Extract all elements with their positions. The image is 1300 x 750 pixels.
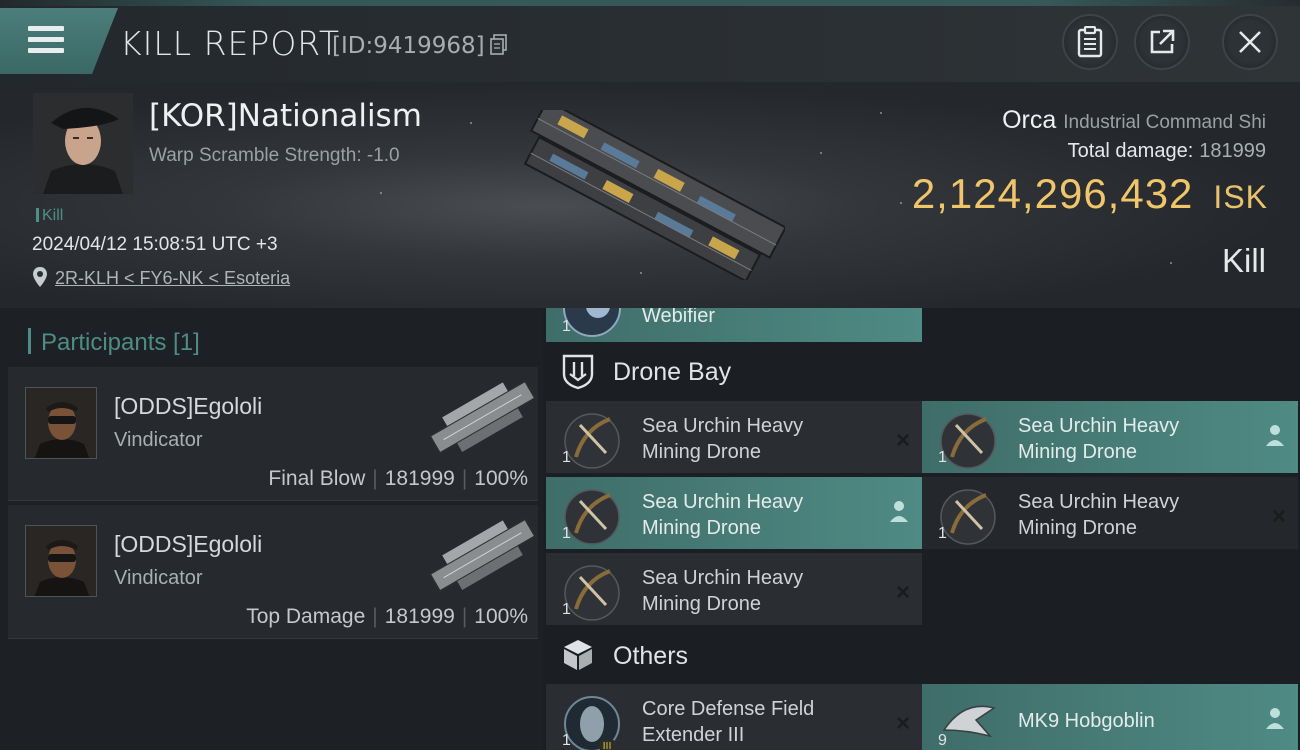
warp-scramble-strength: Warp Scramble Strength: -1.0 (149, 145, 400, 166)
total-damage-label: Total damage: (1067, 140, 1194, 162)
section-title: Others (613, 642, 689, 670)
kill-datetime: 2024/04/12 15:08:51 UTC +3 (32, 234, 278, 255)
participant-ship: Vindicator (114, 429, 203, 451)
page-title: KILL REPORT (120, 24, 340, 63)
item-name: Core Defense Field Extender III (642, 698, 815, 746)
participant-name[interactable]: [ODDS]Egololi (114, 531, 262, 558)
item-name: Sea Urchin Heavy Mining Drone (642, 415, 804, 463)
item-name: Sea Urchin Heavy Mining Drone (1018, 415, 1180, 463)
destroyed-icon: × (895, 579, 910, 606)
item-quantity: 1 (562, 525, 571, 542)
drone-bay-icon (562, 354, 594, 390)
participant-percent: 100% (474, 605, 528, 628)
item-quantity: 1 (938, 449, 947, 466)
item-drone[interactable]: 1 Sea Urchin Heavy Mining Drone (922, 401, 1298, 473)
dropped-person-icon (1266, 708, 1284, 729)
kill-result-label: Kill (1221, 242, 1266, 279)
kill-id: [ID:9419968] (332, 33, 485, 59)
destroyed-icon: × (1271, 503, 1286, 530)
destroyed-icon: × (895, 427, 910, 454)
items-panel[interactable]: 1 Webifier Drone Bay 1 Sea Urchin Heavy M… (543, 308, 1300, 750)
vindicator-ship-image (428, 517, 537, 593)
participant-damage: 181999 (384, 467, 455, 490)
participants-panel: Participants [1] [ODDS]Egololi Vindicato… (0, 308, 543, 750)
participant-damage: 181999 (384, 605, 455, 628)
dropped-person-icon (1266, 425, 1284, 446)
location-pin-icon (33, 267, 47, 287)
participant-card[interactable]: [ODDS]Egololi Vindicator Top Damage | 1819… (8, 505, 538, 639)
isk-value: 2,124,296,432 ISK (912, 170, 1268, 218)
participant-role: Top Damage (246, 605, 366, 628)
destroyed-icon: × (895, 710, 910, 737)
item-name: Sea Urchin Heavy Mining Drone (1018, 491, 1180, 539)
clipboard-icon (1077, 26, 1103, 58)
participant-name[interactable]: [ODDS]Egololi (114, 393, 262, 420)
victim-ship[interactable]: Orca Industrial Command Shi (1002, 106, 1266, 135)
copy-icon[interactable] (490, 34, 508, 56)
clipboard-button[interactable] (1062, 14, 1118, 70)
item-quantity: 1 (562, 732, 571, 749)
hamburger-menu-icon[interactable] (28, 26, 64, 54)
item-hobgoblin-drone[interactable]: 9 MK9 Hobgoblin (922, 684, 1298, 750)
participant-ship: Vindicator (114, 567, 203, 589)
participant-card[interactable]: [ODDS]Egololi Vindicator Final Blow | 1819… (8, 367, 538, 501)
close-button[interactable] (1222, 14, 1278, 70)
participants-title: Participants [1] (28, 328, 200, 357)
location-link[interactable]: 2R-KLH < FY6-NK < Esoteria (55, 268, 290, 289)
item-quantity: 1 (562, 601, 571, 618)
ship-name: Orca (1002, 106, 1057, 134)
participant-avatar (25, 387, 97, 459)
item-quantity: 1 (938, 525, 947, 542)
item-drone[interactable]: 1 Sea Urchin Heavy Mining Drone × (922, 477, 1298, 549)
item-drone[interactable]: 1 Sea Urchin Heavy Mining Drone × (546, 401, 922, 473)
item-quantity: 9 (938, 732, 947, 749)
close-icon (1239, 31, 1261, 53)
participant-avatar (25, 525, 97, 597)
section-title: Drone Bay (613, 358, 732, 386)
victim-summary: [KOR]Nationalism Warp Scramble Strength:… (0, 82, 1300, 308)
orca-ship-image (523, 110, 785, 280)
total-damage: Total damage: 181999 (1068, 140, 1266, 163)
item-quantity: 1 (562, 449, 571, 466)
share-button[interactable] (1134, 14, 1190, 70)
item-webifier[interactable]: 1 Webifier (546, 308, 922, 342)
svg-text:III: III (603, 741, 612, 750)
item-drone[interactable]: 1 Sea Urchin Heavy Mining Drone (546, 477, 922, 549)
vindicator-ship-image (428, 379, 537, 455)
participant-percent: 100% (474, 467, 528, 490)
item-quantity: 1 (562, 318, 571, 335)
cargo-box-icon (564, 640, 592, 670)
isk-amount: 2,124,296,432 (911, 170, 1194, 217)
total-damage-value: 181999 (1199, 140, 1266, 162)
participant-role: Final Blow (268, 467, 366, 490)
participant-stats: Final Blow | 181999 | 100% (268, 467, 528, 490)
kill-tag: Kill (36, 207, 63, 225)
item-name: Sea Urchin Heavy Mining Drone (642, 491, 804, 539)
item-shield-extender[interactable]: III 1 Core Defense Field Extender III × (546, 684, 922, 750)
share-icon (1150, 29, 1175, 54)
ship-class: Industrial Command Shi (1063, 112, 1266, 133)
participant-stats: Top Damage | 181999 | 100% (246, 605, 528, 628)
kill-report-header: KILL REPORT [ID:9419968] (0, 0, 1300, 82)
item-name: Sea Urchin Heavy Mining Drone (642, 567, 804, 615)
header-accent-line (0, 0, 1300, 6)
item-drone[interactable]: 1 Sea Urchin Heavy Mining Drone × (546, 553, 922, 625)
isk-unit: ISK (1213, 179, 1268, 215)
item-name: Webifier (642, 308, 715, 327)
victim-name[interactable]: [KOR]Nationalism (149, 98, 422, 134)
victim-portrait[interactable] (33, 93, 133, 194)
dropped-person-icon (890, 501, 908, 522)
item-name: MK9 Hobgoblin (1018, 710, 1155, 732)
